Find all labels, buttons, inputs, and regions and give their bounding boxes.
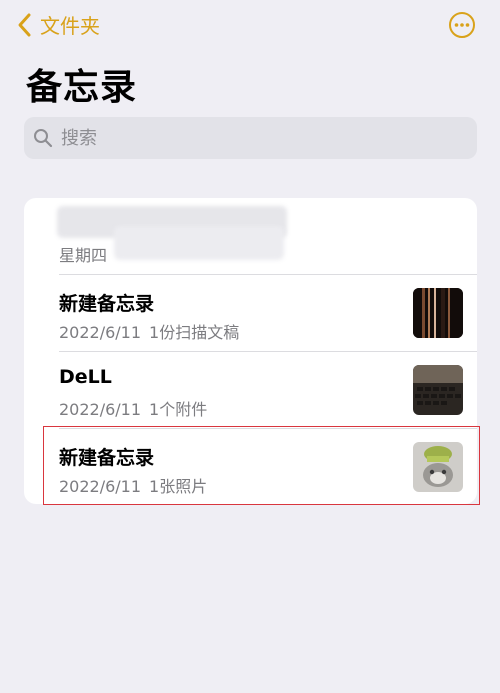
notes-screen: 文件夹 备忘录 星期四 新建备忘录 2022/6/11 1份扫描文稿 [0,0,500,693]
note-row[interactable]: DeLL 2022/6/11 1个附件 [24,352,477,429]
search-icon [34,129,53,148]
search-bar[interactable] [24,117,477,159]
note-date: 2022/6/11 [59,400,142,419]
note-title: 新建备忘录 [59,447,155,469]
note-row-selected[interactable]: 新建备忘录 2022/6/11 1张照片 [24,429,477,504]
more-options-icon[interactable] [448,11,476,39]
chevron-left-icon [18,13,31,36]
note-row[interactable]: 新建备忘录 2022/6/11 1份扫描文稿 [24,275,477,352]
keyboard-photo-thumbnail [413,365,463,415]
scan-thumbnail [413,288,463,338]
search-input[interactable] [59,126,463,150]
note-title: DeLL [59,366,112,388]
note-date: 2022/6/11 [59,323,142,342]
note-detail: 1张照片 [149,477,208,496]
redacted-detail [114,226,284,260]
back-button[interactable]: 文件夹 [14,10,100,39]
note-date: 星期四 [59,246,108,265]
page-title: 备忘录 [26,67,138,108]
note-meta: 2022/6/11 1个附件 [59,396,207,420]
note-meta: 2022/6/11 1份扫描文稿 [59,319,239,343]
note-row-redacted[interactable]: 星期四 [24,198,477,275]
cat-photo-thumbnail [413,442,463,492]
note-title: 新建备忘录 [59,293,155,315]
note-detail: 1份扫描文稿 [149,323,240,342]
note-detail: 1个附件 [149,400,208,419]
note-meta: 2022/6/11 1张照片 [59,473,207,497]
notes-list: 星期四 新建备忘录 2022/6/11 1份扫描文稿 DeLL 2022/6/1… [24,198,477,504]
back-label: 文件夹 [40,14,100,38]
note-date: 2022/6/11 [59,477,142,496]
